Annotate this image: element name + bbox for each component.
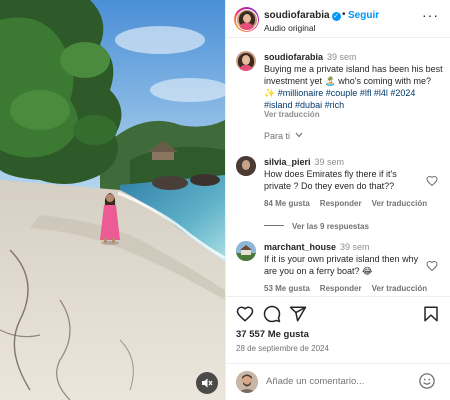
comment-body: marchant_house 39 sem If it is your own p… — [264, 241, 424, 277]
comment-avatar[interactable] — [236, 156, 256, 176]
caption-avatar[interactable] — [236, 51, 256, 71]
share-icon[interactable] — [289, 305, 307, 323]
caption-username[interactable]: soudiofarabia — [264, 52, 323, 62]
comment-time: 39 sem — [314, 157, 345, 167]
comment-input[interactable] — [266, 376, 416, 387]
comment-like-icon[interactable] — [426, 175, 438, 187]
hashtag[interactable]: #lfl — [360, 88, 372, 98]
likes-count[interactable]: 37 557 Me gusta — [236, 329, 309, 340]
post-panel: soudiofarabia ✓ • Seguir Audio original ·… — [225, 0, 450, 400]
comment-filter-label: Para ti — [264, 131, 291, 141]
hashtag[interactable]: #millionaire — [278, 88, 324, 98]
mute-button[interactable] — [196, 372, 218, 394]
heart-icon[interactable] — [236, 305, 254, 323]
comment-like-icon[interactable] — [426, 260, 438, 272]
hashtag[interactable]: #l4l — [374, 88, 388, 98]
verified-badge-icon: ✓ — [331, 12, 341, 21]
comment-translate-link[interactable]: Ver traducción — [372, 199, 428, 208]
comment-time: 39 sem — [340, 242, 370, 252]
audio-label[interactable]: Audio original — [264, 23, 316, 33]
comment-likes[interactable]: 53 Me gusta — [264, 284, 310, 293]
post-date: 28 de septiembre de 2024 — [236, 344, 329, 353]
comment-meta: 53 Me gusta Responder Ver traducción — [264, 284, 437, 293]
comment-text: If it is your own private island then wh… — [264, 254, 419, 276]
separator-dot: • — [342, 9, 346, 20]
hashtag[interactable]: #2024 — [390, 88, 415, 98]
bookmark-icon[interactable] — [422, 305, 440, 323]
comment-translate-link[interactable]: Ver traducción — [372, 284, 428, 293]
caption-translate-link[interactable]: Ver traducción — [264, 110, 320, 119]
hashtag[interactable]: #couple — [326, 88, 358, 98]
comment-avatar[interactable] — [236, 241, 256, 261]
view-replies-label: Ver las 9 respuestas — [292, 222, 369, 231]
chevron-down-icon — [295, 132, 302, 138]
post-header: soudiofarabia ✓ • Seguir Audio original ·… — [226, 0, 450, 38]
more-options-button[interactable]: ··· — [422, 8, 439, 22]
comment-likes[interactable]: 84 Me gusta — [264, 199, 310, 208]
author-avatar[interactable] — [234, 7, 259, 32]
comment-username[interactable]: silvia_pieri — [264, 157, 311, 167]
user-avatar-image — [236, 371, 258, 393]
comment-username[interactable]: marchant_house — [264, 242, 336, 252]
comment-icon[interactable] — [263, 305, 281, 323]
reply-button[interactable]: Responder — [320, 284, 362, 293]
house-avatar-image — [236, 241, 256, 261]
comment-composer — [226, 363, 450, 400]
replies-line — [264, 225, 284, 226]
caption: soudiofarabia 39 sem Buying me a private … — [264, 51, 444, 111]
comment-meta: 84 Me gusta Responder Ver traducción — [264, 199, 437, 208]
reply-button[interactable]: Responder — [320, 199, 362, 208]
comment-text: How does Emirates fly there if it's priv… — [264, 169, 397, 191]
author-username-row: soudiofarabia ✓ — [264, 10, 341, 21]
muted-speaker-icon — [202, 378, 213, 388]
view-replies-button[interactable]: Ver las 9 respuestas — [264, 222, 369, 231]
caption-time: 39 sem — [327, 52, 357, 62]
reel-video[interactable] — [0, 0, 225, 400]
hashtag[interactable]: #rich — [325, 100, 345, 110]
comment-filter-dropdown[interactable]: Para ti — [264, 131, 303, 141]
current-user-avatar — [236, 371, 258, 393]
hashtag[interactable]: #island — [264, 100, 293, 110]
comments-section[interactable]: soudiofarabia 39 sem Buying me a private … — [226, 38, 450, 296]
comment-body: silvia_pieri 39 sem How does Emirates fly… — [264, 156, 424, 192]
author-username[interactable]: soudiofarabia — [264, 10, 330, 21]
emoji-icon[interactable] — [418, 372, 436, 390]
hashtag[interactable]: #dubai — [295, 100, 322, 110]
beach-scene-image — [0, 0, 225, 400]
follow-button[interactable]: Seguir — [348, 10, 379, 21]
